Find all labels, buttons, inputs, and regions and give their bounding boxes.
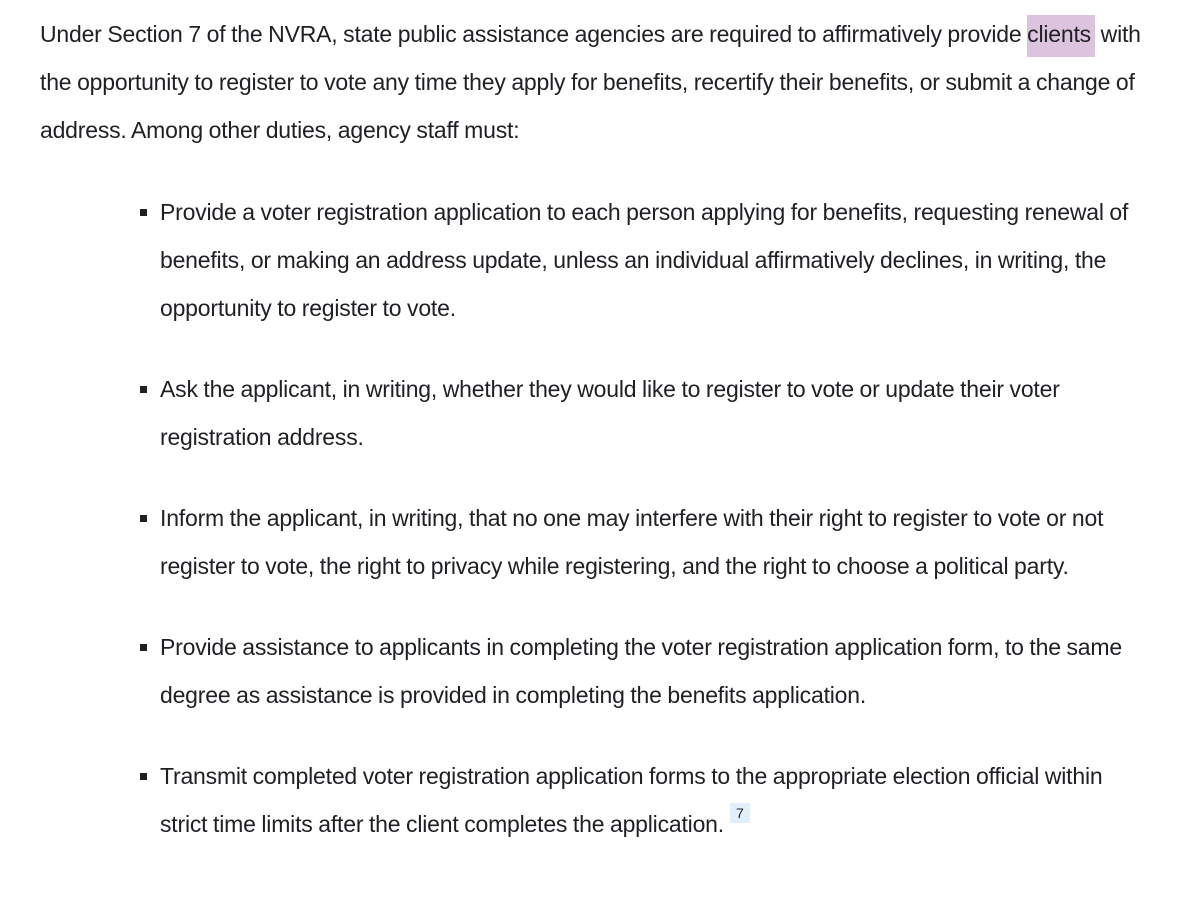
- intro-paragraph: Under Section 7 of the NVRA, state publi…: [40, 10, 1170, 154]
- footnote-link[interactable]: 7: [729, 803, 750, 823]
- list-item-text: Provide assistance to applicants in comp…: [160, 634, 1122, 708]
- list-item-text: Provide a voter registration application…: [160, 199, 1129, 321]
- list-item: Provide assistance to applicants in comp…: [40, 623, 1170, 719]
- list-item: Provide a voter registration application…: [40, 188, 1170, 332]
- intro-text-before: Under Section 7 of the NVRA, state publi…: [40, 21, 1028, 47]
- list-item-text: Inform the applicant, in writing, that n…: [160, 505, 1104, 579]
- list-item: Transmit completed voter registration ap…: [40, 752, 1170, 848]
- list-item-text: Transmit completed voter registration ap…: [160, 763, 1103, 837]
- list-item: Inform the applicant, in writing, that n…: [40, 494, 1170, 590]
- highlighted-term[interactable]: clients: [1027, 15, 1095, 57]
- square-bullet-icon: [140, 773, 147, 780]
- article-content: Under Section 7 of the NVRA, state publi…: [40, 10, 1170, 881]
- square-bullet-icon: [140, 386, 147, 393]
- duties-list: Provide a voter registration application…: [40, 188, 1170, 848]
- square-bullet-icon: [140, 209, 147, 216]
- square-bullet-icon: [140, 515, 147, 522]
- list-item-text: Ask the applicant, in writing, whether t…: [160, 376, 1060, 450]
- list-item: Ask the applicant, in writing, whether t…: [40, 365, 1170, 461]
- square-bullet-icon: [140, 644, 147, 651]
